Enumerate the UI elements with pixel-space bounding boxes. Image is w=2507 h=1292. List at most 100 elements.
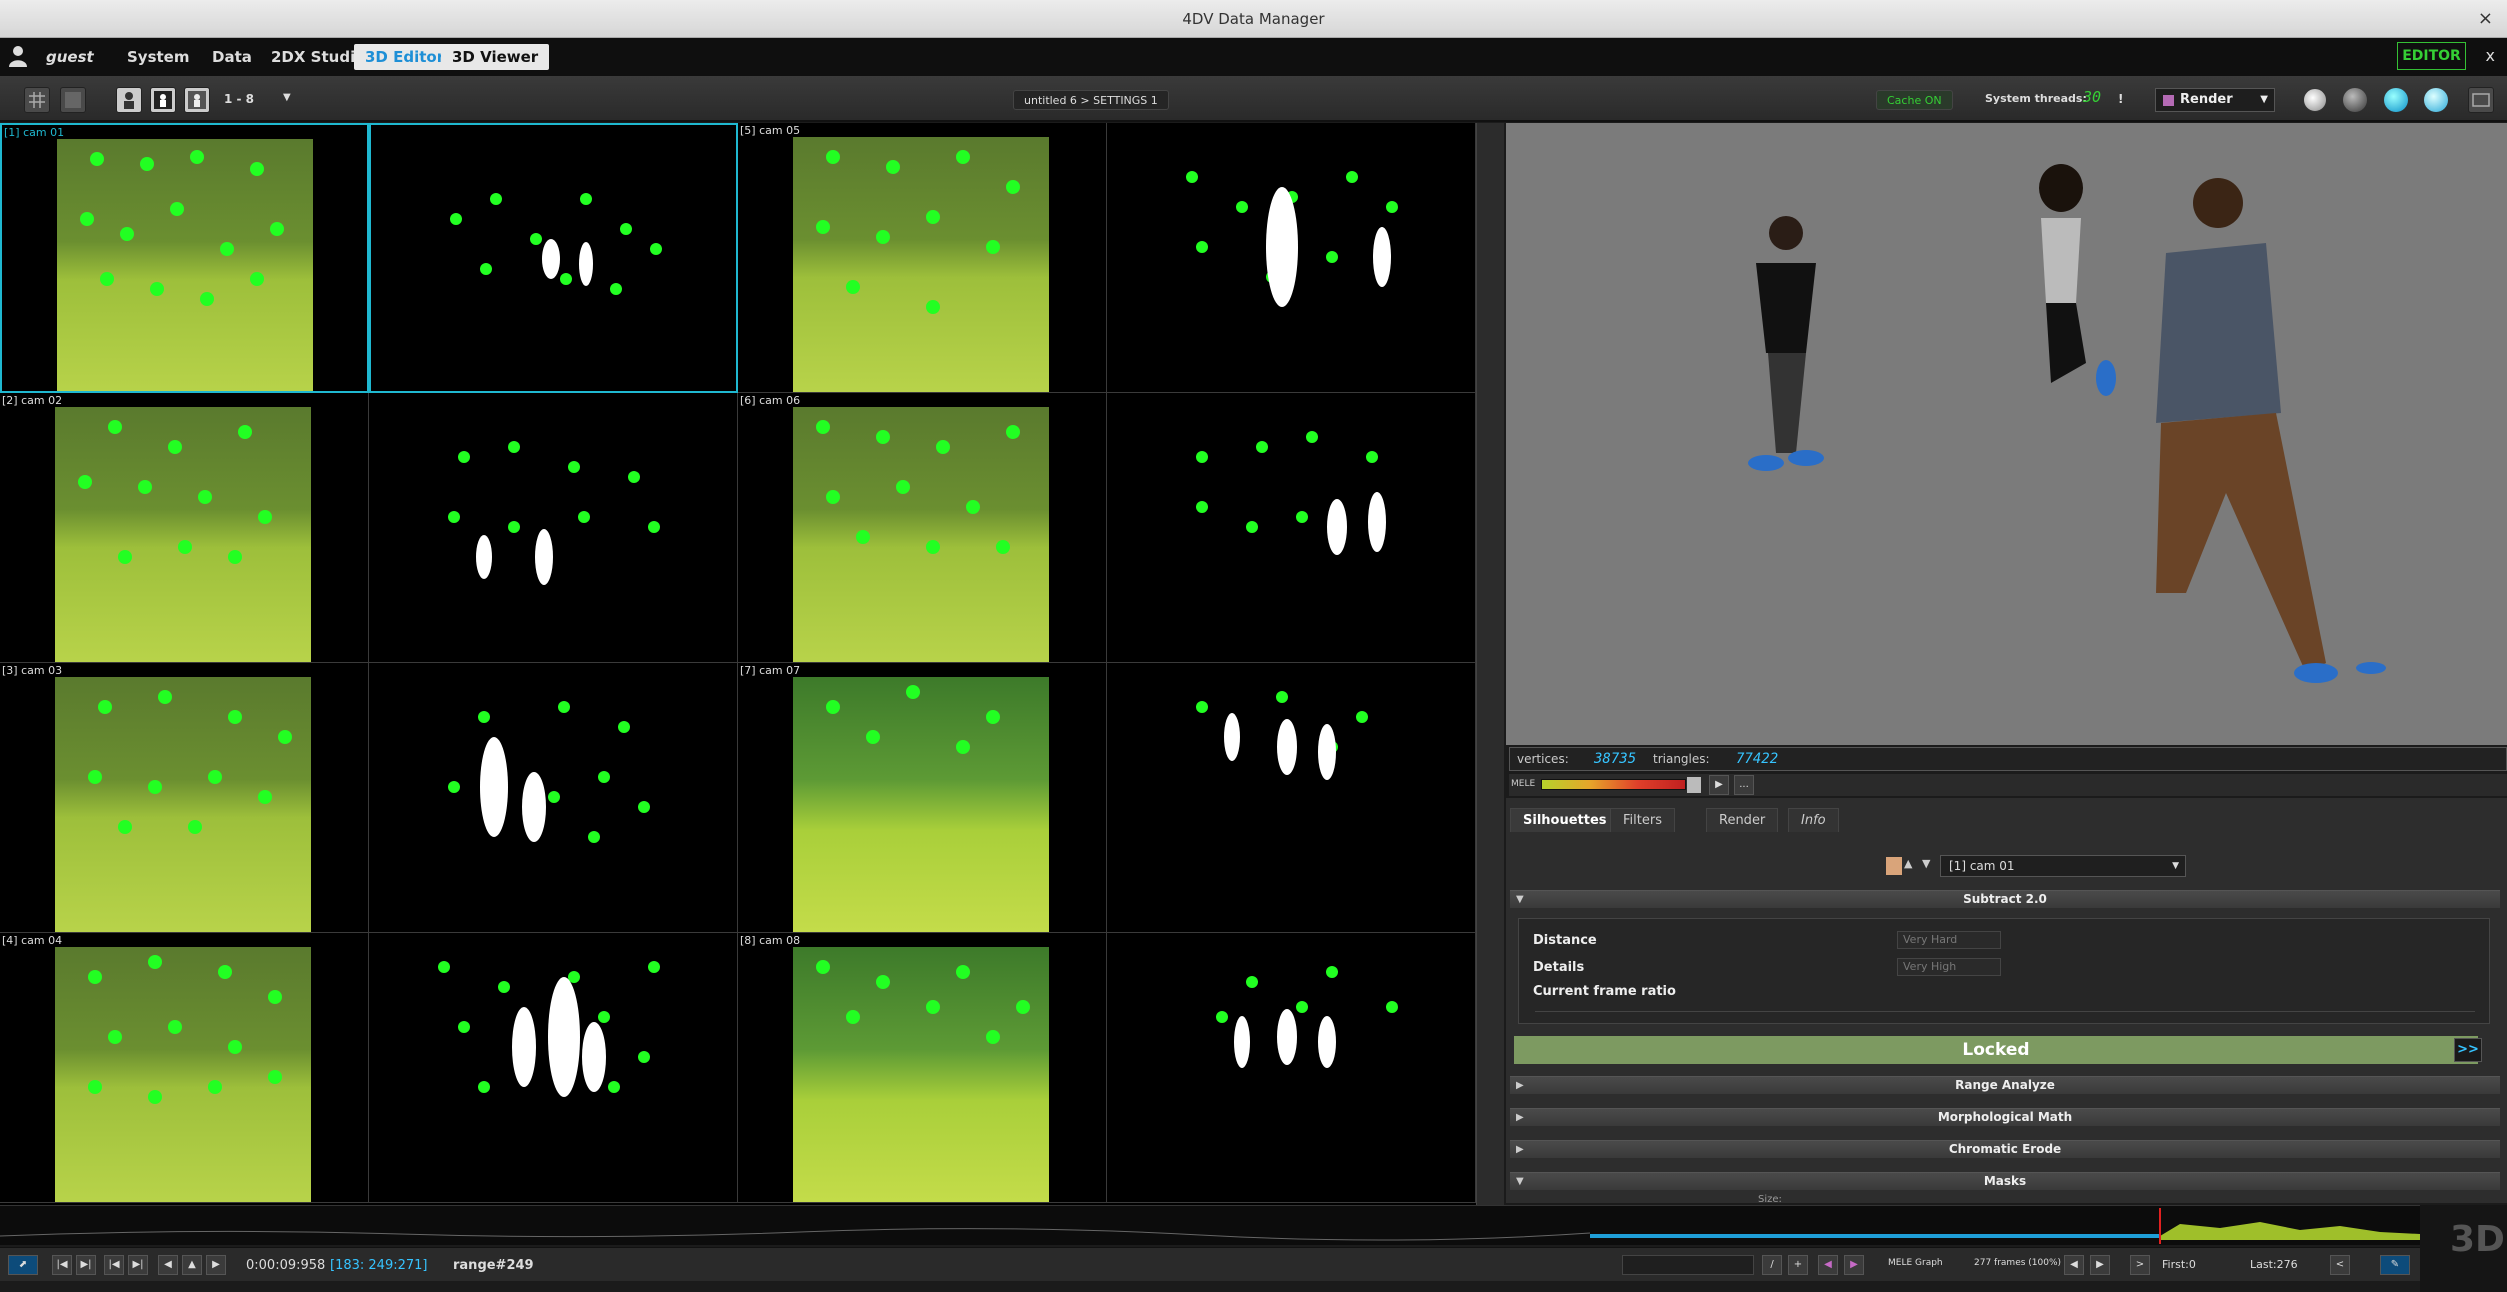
tracking-dots	[88, 955, 282, 1104]
next-mark-button[interactable]: ▶	[1844, 1255, 1864, 1275]
overlay-view-icon[interactable]	[184, 87, 210, 113]
play-button[interactable]: ▲	[182, 1255, 202, 1275]
timeline[interactable]	[0, 1205, 2420, 1245]
frame-ratio-slider[interactable]	[1535, 1011, 2475, 1012]
grid-view-icon[interactable]	[24, 87, 50, 113]
window-layout-icon[interactable]	[2468, 87, 2494, 113]
cache-toggle[interactable]: Cache ON	[1876, 90, 1953, 110]
silhouette-mask	[438, 961, 660, 1097]
camera-select[interactable]: [1] cam 01 ▼	[1940, 855, 2186, 877]
shaded-sphere-icon[interactable]	[2343, 88, 2367, 112]
subtract-section-header[interactable]: ▼ Subtract 2.0	[1510, 890, 2500, 908]
next-key-button[interactable]: ▶|	[128, 1255, 148, 1275]
camera-cell-04[interactable]: [4] cam 04	[0, 933, 369, 1203]
tab-info[interactable]: Info	[1788, 808, 1839, 832]
next-step-button[interactable]: >>	[2454, 1038, 2482, 1062]
prev-mark-button[interactable]: ◀	[1818, 1255, 1838, 1275]
menubar-close-button[interactable]: x	[2486, 46, 2495, 65]
first-frame-field[interactable]: First:0	[2162, 1258, 2196, 1271]
camera-range-dropdown-icon[interactable]: ▼	[283, 92, 291, 103]
last-frame-button[interactable]: ▶|	[76, 1255, 96, 1275]
camera-range[interactable]: 1 - 8	[224, 92, 254, 106]
lit-sphere-icon[interactable]	[2424, 88, 2448, 112]
user-icon[interactable]	[8, 45, 28, 67]
mele-play-button[interactable]: ▶	[1709, 775, 1729, 795]
person-view-icon[interactable]	[116, 87, 142, 113]
menu-3d-editor[interactable]: 3D Editor	[354, 44, 456, 70]
prev-key-button[interactable]: |◀	[104, 1255, 124, 1275]
mele-gradient-slider[interactable]	[1541, 779, 1686, 790]
silhouette-mask	[448, 701, 650, 843]
window-close-button[interactable]: ×	[2478, 8, 2493, 29]
details-select[interactable]: Very High	[1897, 958, 2001, 976]
mele-more-button[interactable]: ...	[1734, 775, 1754, 795]
collapse-icon: ▼	[1516, 894, 1524, 905]
back-button[interactable]: <	[2330, 1255, 2350, 1275]
silhouette-cell-02[interactable]	[369, 393, 738, 663]
triangles-label: triangles:	[1653, 752, 1710, 766]
edit-mode-icon[interactable]: ⬈	[8, 1255, 38, 1275]
camera-cell-01[interactable]: [1] cam 01	[0, 123, 369, 393]
menu-system[interactable]: System	[116, 44, 200, 70]
range-analyze-section[interactable]: ▶ Range Analyze	[1510, 1076, 2500, 1094]
silhouette-cell-01[interactable]	[369, 123, 738, 393]
editor-mode-badge[interactable]: EDITOR	[2397, 42, 2466, 70]
chevron-down-icon: ▼	[2260, 94, 2268, 105]
silhouette-cell-04[interactable]	[369, 933, 738, 1203]
italic-icon[interactable]: /	[1762, 1255, 1782, 1275]
single-view-icon[interactable]	[60, 87, 86, 113]
camera-cell-03[interactable]: [3] cam 03	[0, 663, 369, 933]
distance-select[interactable]: Very Hard	[1897, 931, 2001, 949]
figure-middle	[2039, 164, 2116, 396]
first-frame-button[interactable]: |◀	[52, 1255, 72, 1275]
camera-cell-02[interactable]: [2] cam 02	[0, 393, 369, 663]
locked-button[interactable]: Locked	[1514, 1036, 2478, 1064]
threads-value[interactable]: 30	[2083, 88, 2101, 106]
goto-button[interactable]: >	[2130, 1255, 2150, 1275]
camera-cell-07[interactable]: [7] cam 07	[738, 663, 1107, 933]
properties-panel: Silhouettes Filters Render Info ▲ ▼ [1] …	[1506, 798, 2507, 1205]
user-name: guest	[46, 48, 94, 66]
silhouette-view-icon[interactable]	[150, 87, 176, 113]
menu-3d-viewer[interactable]: 3D Viewer	[441, 44, 550, 70]
prev-page-button[interactable]: ◀	[2064, 1255, 2084, 1275]
add-key-button[interactable]: +	[1788, 1255, 1808, 1275]
silhouette-cell-06[interactable]	[1107, 393, 1476, 663]
last-frame-field[interactable]: Last:276	[2250, 1258, 2298, 1271]
wireframe-sphere-icon[interactable]	[2303, 88, 2327, 112]
mele-slider-handle[interactable]	[1687, 777, 1701, 793]
tab-filters[interactable]: Filters	[1610, 808, 1675, 832]
render-mode-select[interactable]: Render ▼	[2155, 88, 2275, 112]
panel-splitter[interactable]	[1476, 123, 1504, 1205]
silhouette-cell-03[interactable]	[369, 663, 738, 933]
tab-render[interactable]: Render	[1706, 808, 1779, 832]
pen-tool-icon[interactable]: ✎	[2380, 1255, 2410, 1275]
tab-silhouettes[interactable]: Silhouettes	[1510, 808, 1620, 832]
tracking-dots	[826, 685, 1000, 754]
expand-icon: ▶	[1516, 1080, 1524, 1091]
previous-camera-icon[interactable]	[1886, 857, 1902, 875]
masks-section[interactable]: ▼ Masks	[1510, 1172, 2500, 1190]
timecode: 0:00:09:958	[246, 1258, 326, 1273]
search-field[interactable]	[1622, 1255, 1754, 1275]
camera-cell-08[interactable]: [8] cam 08	[738, 933, 1107, 1203]
3d-viewport[interactable]	[1506, 123, 2507, 745]
silhouette-cell-07[interactable]	[1107, 663, 1476, 933]
silhouette-cell-05[interactable]	[1107, 123, 1476, 393]
camera-cell-06[interactable]: [6] cam 06	[738, 393, 1107, 663]
morphological-math-section[interactable]: ▶ Morphological Math	[1510, 1108, 2500, 1126]
silhouette-cell-08[interactable]	[1107, 933, 1476, 1203]
textured-sphere-icon[interactable]	[2384, 88, 2408, 112]
step-forward-button[interactable]: ▶	[206, 1255, 226, 1275]
chromatic-erode-section[interactable]: ▶ Chromatic Erode	[1510, 1140, 2500, 1158]
threads-warning[interactable]: !	[2118, 92, 2123, 106]
next-page-button[interactable]: ▶	[2090, 1255, 2110, 1275]
menu-data[interactable]: Data	[201, 44, 263, 70]
up-arrow-icon[interactable]: ▲	[1904, 857, 1920, 875]
step-back-button[interactable]: ◀	[158, 1255, 178, 1275]
camera-label: [8] cam 08	[740, 934, 801, 947]
down-arrow-icon[interactable]: ▼	[1922, 857, 1938, 875]
section-title: Morphological Math	[1937, 1110, 2073, 1124]
silhouette-mask	[450, 193, 662, 295]
camera-cell-05[interactable]: [5] cam 05	[738, 123, 1107, 393]
